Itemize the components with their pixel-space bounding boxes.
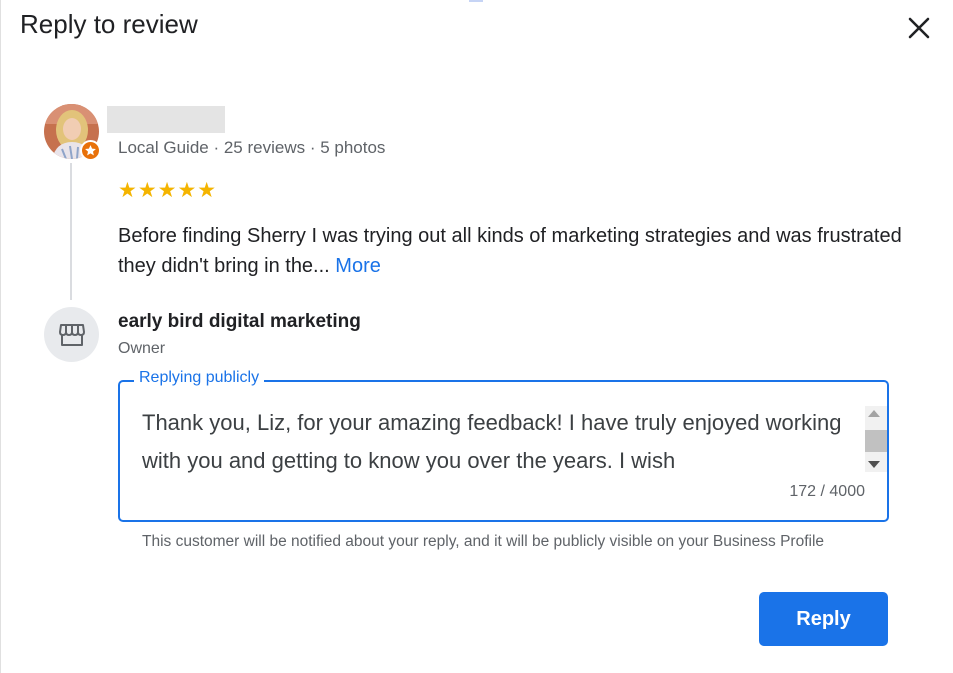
more-link[interactable]: More — [335, 255, 381, 277]
reply-dialog: Reply to review Local Guide · 25 reviews… — [0, 0, 953, 673]
public-reply-notice: This customer will be notified about you… — [142, 533, 825, 550]
dialog-title: Reply to review — [20, 9, 198, 39]
storefront-icon — [58, 323, 85, 346]
top-edge-marker — [469, 0, 483, 2]
owner-name: early bird digital marketing — [118, 311, 361, 332]
star-rating: ★★★★★ — [118, 179, 218, 202]
reply-field-label: Replying publicly — [134, 369, 265, 387]
local-guide-star-icon — [85, 145, 96, 156]
reply-button[interactable]: Reply — [759, 592, 888, 646]
owner-role: Owner — [118, 340, 166, 357]
local-guide-badge — [80, 140, 101, 161]
close-button[interactable] — [899, 8, 939, 48]
close-icon — [908, 17, 930, 39]
reply-scrollbar[interactable] — [865, 406, 887, 472]
scroll-down-arrow-icon[interactable] — [868, 461, 880, 468]
owner-avatar — [44, 307, 99, 362]
reviewer-name-redacted — [107, 106, 225, 133]
scroll-up-arrow-icon[interactable] — [868, 410, 880, 417]
scroll-thumb[interactable] — [865, 430, 887, 452]
thread-line — [70, 163, 72, 300]
character-counter: 172 / 4000 — [789, 483, 865, 500]
review-body: Before finding Sherry I was trying out a… — [118, 225, 902, 277]
review-text: Before finding Sherry I was trying out a… — [118, 221, 908, 281]
reply-textarea[interactable] — [142, 404, 858, 484]
reviewer-meta: Local Guide · 25 reviews · 5 photos — [118, 138, 386, 157]
